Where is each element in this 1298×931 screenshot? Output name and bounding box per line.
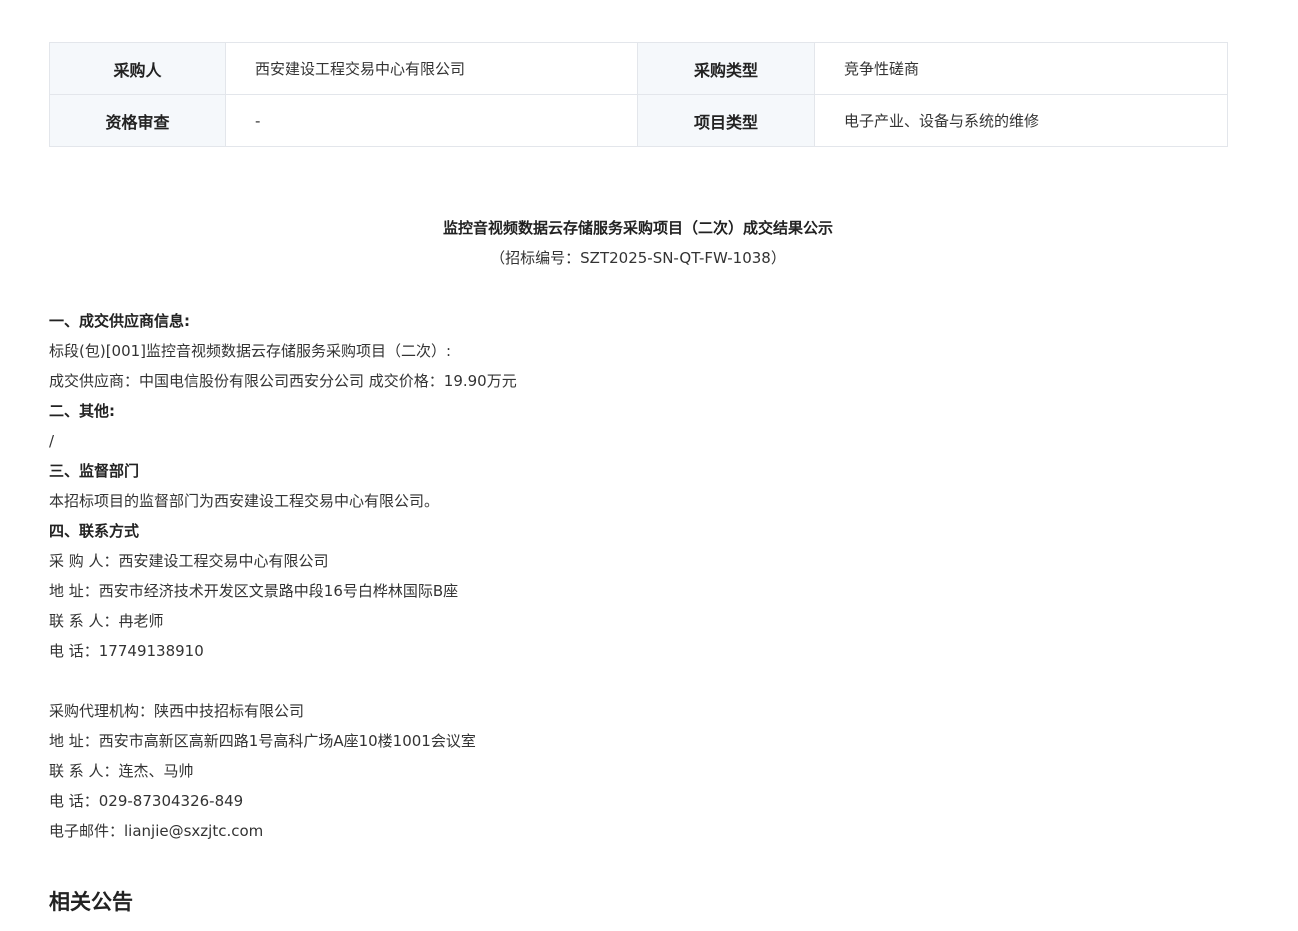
procurement-type-label: 采购类型: [637, 42, 815, 95]
buyer-address-line: 地 址：西安市经济技术开发区文景路中段16号白桦林国际B座: [49, 582, 459, 600]
notice-body: 一、成交供应商信息: 标段(包)[001]监控音视频数据云存储服务采购项目（二次…: [49, 306, 1227, 846]
buyer-label: 采购人: [49, 42, 226, 95]
buyer-value: 西安建设工程交易中心有限公司: [225, 42, 638, 95]
info-table: 采购人 西安建设工程交易中心有限公司 采购类型 竞争性磋商 资格审查 - 项目类…: [49, 42, 1228, 147]
agent-contact-line: 联 系 人：连杰、马帅: [49, 762, 194, 780]
supervision-line: 本招标项目的监督部门为西安建设工程交易中心有限公司。: [49, 492, 440, 510]
project-type-value: 电子产业、设备与系统的维修: [814, 94, 1228, 147]
info-row: 采购人 西安建设工程交易中心有限公司 采购类型 竞争性磋商: [49, 42, 1228, 95]
section-heading-contact: 四、联系方式: [49, 522, 140, 540]
info-row: 资格审查 - 项目类型 电子产业、设备与系统的维修: [49, 94, 1228, 147]
buyer-phone-line: 电 话：17749138910: [49, 642, 204, 660]
lot-line: 标段(包)[001]监控音视频数据云存储服务采购项目（二次）:: [49, 342, 452, 360]
buyer-name-line: 采 购 人：西安建设工程交易中心有限公司: [49, 552, 329, 570]
section-heading-other: 二、其他:: [49, 402, 115, 420]
agent-name-line: 采购代理机构：陕西中技招标有限公司: [49, 702, 305, 720]
notice-tender-number: （招标编号：SZT2025-SN-QT-FW-1038）: [490, 249, 786, 267]
buyer-contact-line: 联 系 人：冉老师: [49, 612, 164, 630]
project-type-label: 项目类型: [637, 94, 815, 147]
qualification-review-value: -: [225, 94, 638, 147]
other-line: /: [49, 432, 55, 450]
section-heading-supervision: 三、监督部门: [49, 462, 140, 480]
related-announcements-heading: 相关公告: [49, 890, 133, 914]
notice-header: 监控音视频数据云存储服务采购项目（二次）成交结果公示 （招标编号：SZT2025…: [49, 216, 1227, 270]
agent-address-line: 地 址：西安市高新区高新四路1号高科广场A座10楼1001会议室: [49, 732, 476, 750]
qualification-review-label: 资格审查: [49, 94, 226, 147]
supplier-price-line: 成交供应商：中国电信股份有限公司西安分公司 成交价格：19.90万元: [49, 372, 517, 390]
agent-email-line: 电子邮件：lianjie@sxzjtc.com: [49, 822, 264, 840]
notice-title: 监控音视频数据云存储服务采购项目（二次）成交结果公示: [442, 219, 833, 237]
procurement-type-value: 竞争性磋商: [814, 42, 1228, 95]
agent-phone-line: 电 话：029-87304326-849: [49, 792, 244, 810]
section-heading-supplier: 一、成交供应商信息:: [49, 312, 190, 330]
